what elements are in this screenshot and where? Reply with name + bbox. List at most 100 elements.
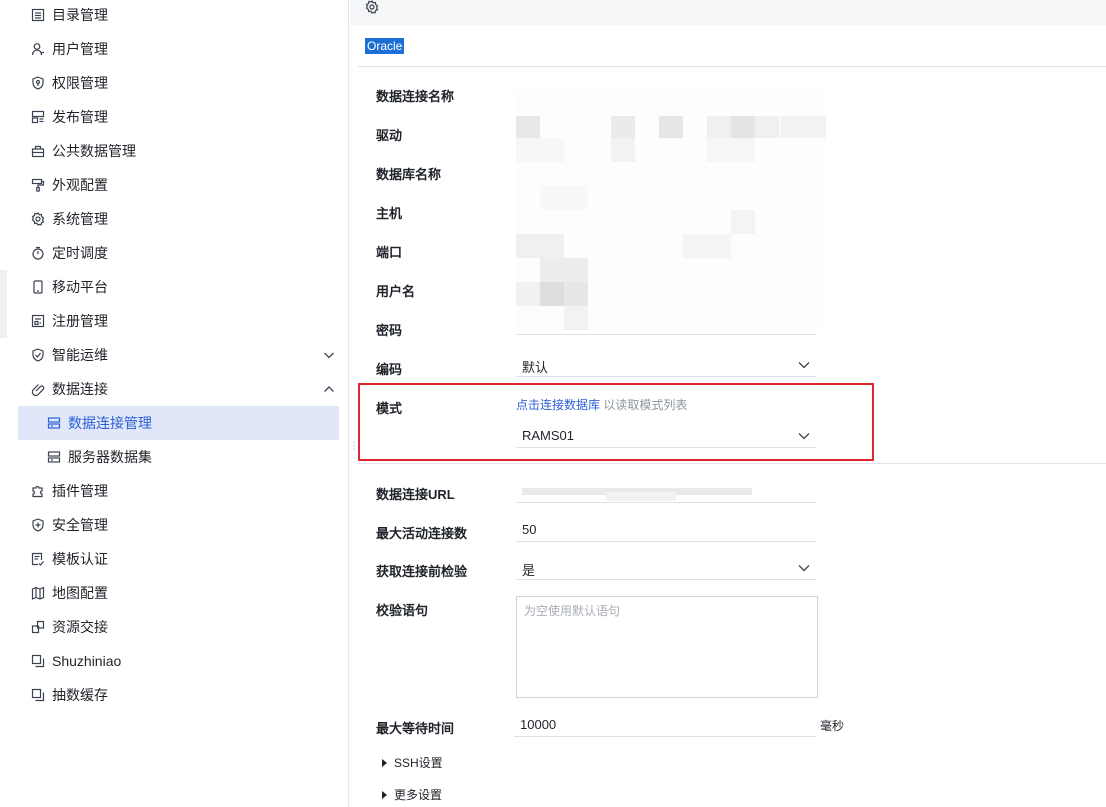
sidebar-item-plugins[interactable]: 插件管理 — [18, 474, 339, 508]
sidebar-item-template-cert[interactable]: 模板认证 — [18, 542, 339, 576]
sidebar-item-shuzhiniao[interactable]: Shuzhiniao — [18, 644, 339, 678]
chevron-down-icon — [798, 565, 810, 572]
redacted-url — [516, 484, 816, 501]
field-label-password: 密码 — [376, 323, 403, 338]
sidebar-item-label: 智能运维 — [52, 347, 108, 363]
sidebar-item-register[interactable]: 注册管理 — [18, 304, 339, 338]
encoding-value: 默认 — [522, 360, 549, 375]
field-label-schema: 模式 — [376, 401, 403, 416]
ssh-settings-toggle[interactable]: SSH设置 — [382, 754, 443, 771]
sidebar-item-label: 定时调度 — [52, 245, 108, 261]
field-label-driver: 驱动 — [376, 128, 403, 143]
paint-roller-icon — [30, 177, 46, 193]
sidebar-item-label: 数据连接 — [52, 381, 108, 397]
resource-icon — [30, 619, 46, 635]
field-label-max-wait: 最大等待时间 — [376, 721, 455, 736]
sidebar-item-map-config[interactable]: 地图配置 — [18, 576, 339, 610]
link-icon — [30, 381, 46, 397]
max-active-value: 50 — [522, 522, 537, 537]
caret-right-icon — [382, 790, 387, 799]
more-settings-label: 更多设置 — [394, 788, 443, 802]
sidebar-item-label: 目录管理 — [52, 7, 108, 23]
sidebar: 目录管理 用户管理 权限管理 发布管理 公共数据管理 外观配置 系统管理 定时调… — [0, 0, 349, 807]
server-icon — [46, 449, 62, 465]
sidebar-item-label: 插件管理 — [52, 483, 108, 499]
redacted-values — [516, 90, 826, 335]
gear-icon[interactable] — [365, 0, 381, 16]
sidebar-item-smart-ops[interactable]: 智能运维 — [18, 338, 339, 372]
server-icon — [46, 415, 62, 431]
sidebar-item-label: 数据连接管理 — [68, 415, 152, 431]
shield-key-icon — [30, 75, 46, 91]
sidebar-item-label: 服务器数据集 — [68, 449, 152, 465]
field-label-max-active: 最大活动连接数 — [376, 526, 468, 541]
validation-query-textarea[interactable]: 为空使用默认语句 — [516, 596, 818, 698]
sidebar-item-label: 外观配置 — [52, 177, 108, 193]
sidebar-item-catalog[interactable]: 目录管理 — [18, 0, 339, 32]
sidebar-item-server-dataset[interactable]: 服务器数据集 — [18, 440, 339, 474]
test-before-select[interactable]: 是 — [516, 556, 816, 580]
sidebar-item-appearance[interactable]: 外观配置 — [18, 168, 339, 202]
chevron-down-icon — [798, 362, 810, 369]
sidebar-item-security[interactable]: 安全管理 — [18, 508, 339, 542]
sidebar-item-label: 注册管理 — [52, 313, 108, 329]
sidebar-item-data-connection[interactable]: 数据连接 — [18, 372, 339, 406]
max-wait-input[interactable]: 10000 — [514, 713, 816, 737]
chevron-down-icon — [798, 433, 810, 440]
sidebar-item-publish[interactable]: 发布管理 — [18, 100, 339, 134]
max-wait-value: 10000 — [520, 717, 557, 732]
sidebar-item-label: 安全管理 — [52, 517, 108, 533]
field-label-validation: 校验语句 — [376, 603, 429, 618]
copy-icon — [30, 653, 46, 669]
mobile-icon — [30, 279, 46, 295]
encoding-select[interactable]: 默认 — [516, 353, 816, 377]
copy-icon — [30, 687, 46, 703]
schema-hint-row: 点击连接数据库 以读取模式列表 — [516, 396, 687, 413]
connection-detail-panel: Oracle 数据连接名称 驱动 数据库名称 主机 端口 用户名 密码 编码 默… — [350, 0, 1106, 807]
max-active-input[interactable]: 50 — [516, 518, 816, 542]
sidebar-item-system[interactable]: 系统管理 — [18, 202, 339, 236]
sidebar-item-label: 抽数缓存 — [52, 687, 108, 703]
sidebar-item-label: Shuzhiniao — [52, 653, 122, 669]
ssh-settings-label: SSH设置 — [394, 756, 443, 770]
chevron-down-icon — [324, 352, 334, 359]
field-label-username: 用户名 — [376, 284, 416, 299]
sidebar-item-mobile[interactable]: 移动平台 — [18, 270, 339, 304]
field-label-db-name: 数据库名称 — [376, 167, 442, 182]
top-toolbar — [350, 0, 1106, 25]
sidebar-edge — [0, 270, 7, 338]
field-label-port: 端口 — [376, 245, 403, 260]
sidebar-item-label: 模板认证 — [52, 551, 108, 567]
field-label-url: 数据连接URL — [376, 487, 455, 502]
map-icon — [30, 585, 46, 601]
security-shield-icon — [30, 517, 46, 533]
user-icon — [30, 41, 46, 57]
field-label-test-before: 获取连接前检验 — [376, 564, 468, 579]
schema-highlight-box — [358, 383, 874, 461]
sidebar-item-extract-cache[interactable]: 抽数缓存 — [18, 678, 339, 712]
sidebar-item-label: 系统管理 — [52, 211, 108, 227]
caret-right-icon — [382, 758, 387, 767]
template-cert-icon — [30, 551, 46, 567]
schema-hint-text: 以读取模式列表 — [603, 398, 688, 412]
schema-value: RAMS01 — [522, 428, 575, 443]
chevron-up-icon — [324, 386, 334, 392]
sidebar-item-permissions[interactable]: 权限管理 — [18, 66, 339, 100]
sidebar-item-data-connection-manage[interactable]: 数据连接管理 — [18, 406, 339, 440]
sidebar-item-users[interactable]: 用户管理 — [18, 32, 339, 66]
validation-placeholder: 为空使用默认语句 — [524, 604, 621, 618]
database-type-label: Oracle — [365, 38, 405, 54]
field-label-host: 主机 — [376, 206, 403, 221]
schema-select[interactable]: RAMS01 — [516, 424, 816, 448]
connect-database-link[interactable]: 点击连接数据库 — [516, 398, 600, 412]
sidebar-item-schedule[interactable]: 定时调度 — [18, 236, 339, 270]
sidebar-item-resource-handover[interactable]: 资源交接 — [18, 610, 339, 644]
sidebar-item-public-data[interactable]: 公共数据管理 — [18, 134, 339, 168]
more-settings-toggle[interactable]: 更多设置 — [382, 786, 442, 803]
timer-icon — [30, 245, 46, 261]
sidebar-item-label: 权限管理 — [52, 75, 108, 91]
ops-icon — [30, 347, 46, 363]
publish-icon — [30, 109, 46, 125]
puzzle-icon — [30, 483, 46, 499]
sidebar-item-label: 资源交接 — [52, 619, 108, 635]
